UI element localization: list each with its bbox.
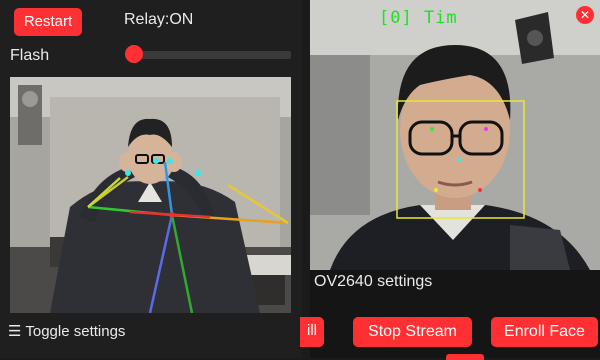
flash-label: Flash	[10, 47, 50, 64]
stop-stream-button[interactable]: Stop Stream	[353, 317, 472, 347]
pose-scene	[10, 77, 291, 313]
face-scene	[310, 0, 600, 270]
enroll-face-button[interactable]: Enroll Face	[491, 317, 598, 347]
close-icon[interactable]: ✕	[576, 6, 594, 24]
menu-icon: ☰	[8, 323, 22, 340]
restart-button[interactable]: Restart	[14, 8, 82, 36]
face-recognition-label: [0] Tim	[379, 8, 458, 28]
settings-title: OV2640 settings	[314, 273, 433, 290]
face-camera-image	[310, 0, 600, 270]
pose-camera-image	[10, 77, 291, 313]
partial-button[interactable]: ill	[300, 317, 324, 347]
relay-status: Relay:ON	[124, 11, 194, 28]
flash-slider[interactable]	[126, 51, 291, 59]
toggle-settings[interactable]: ☰ Toggle settings	[8, 322, 125, 340]
toggle-settings-label: Toggle settings	[25, 323, 126, 340]
partial-button-bottom[interactable]	[446, 354, 484, 360]
flash-slider-thumb[interactable]	[125, 45, 143, 63]
